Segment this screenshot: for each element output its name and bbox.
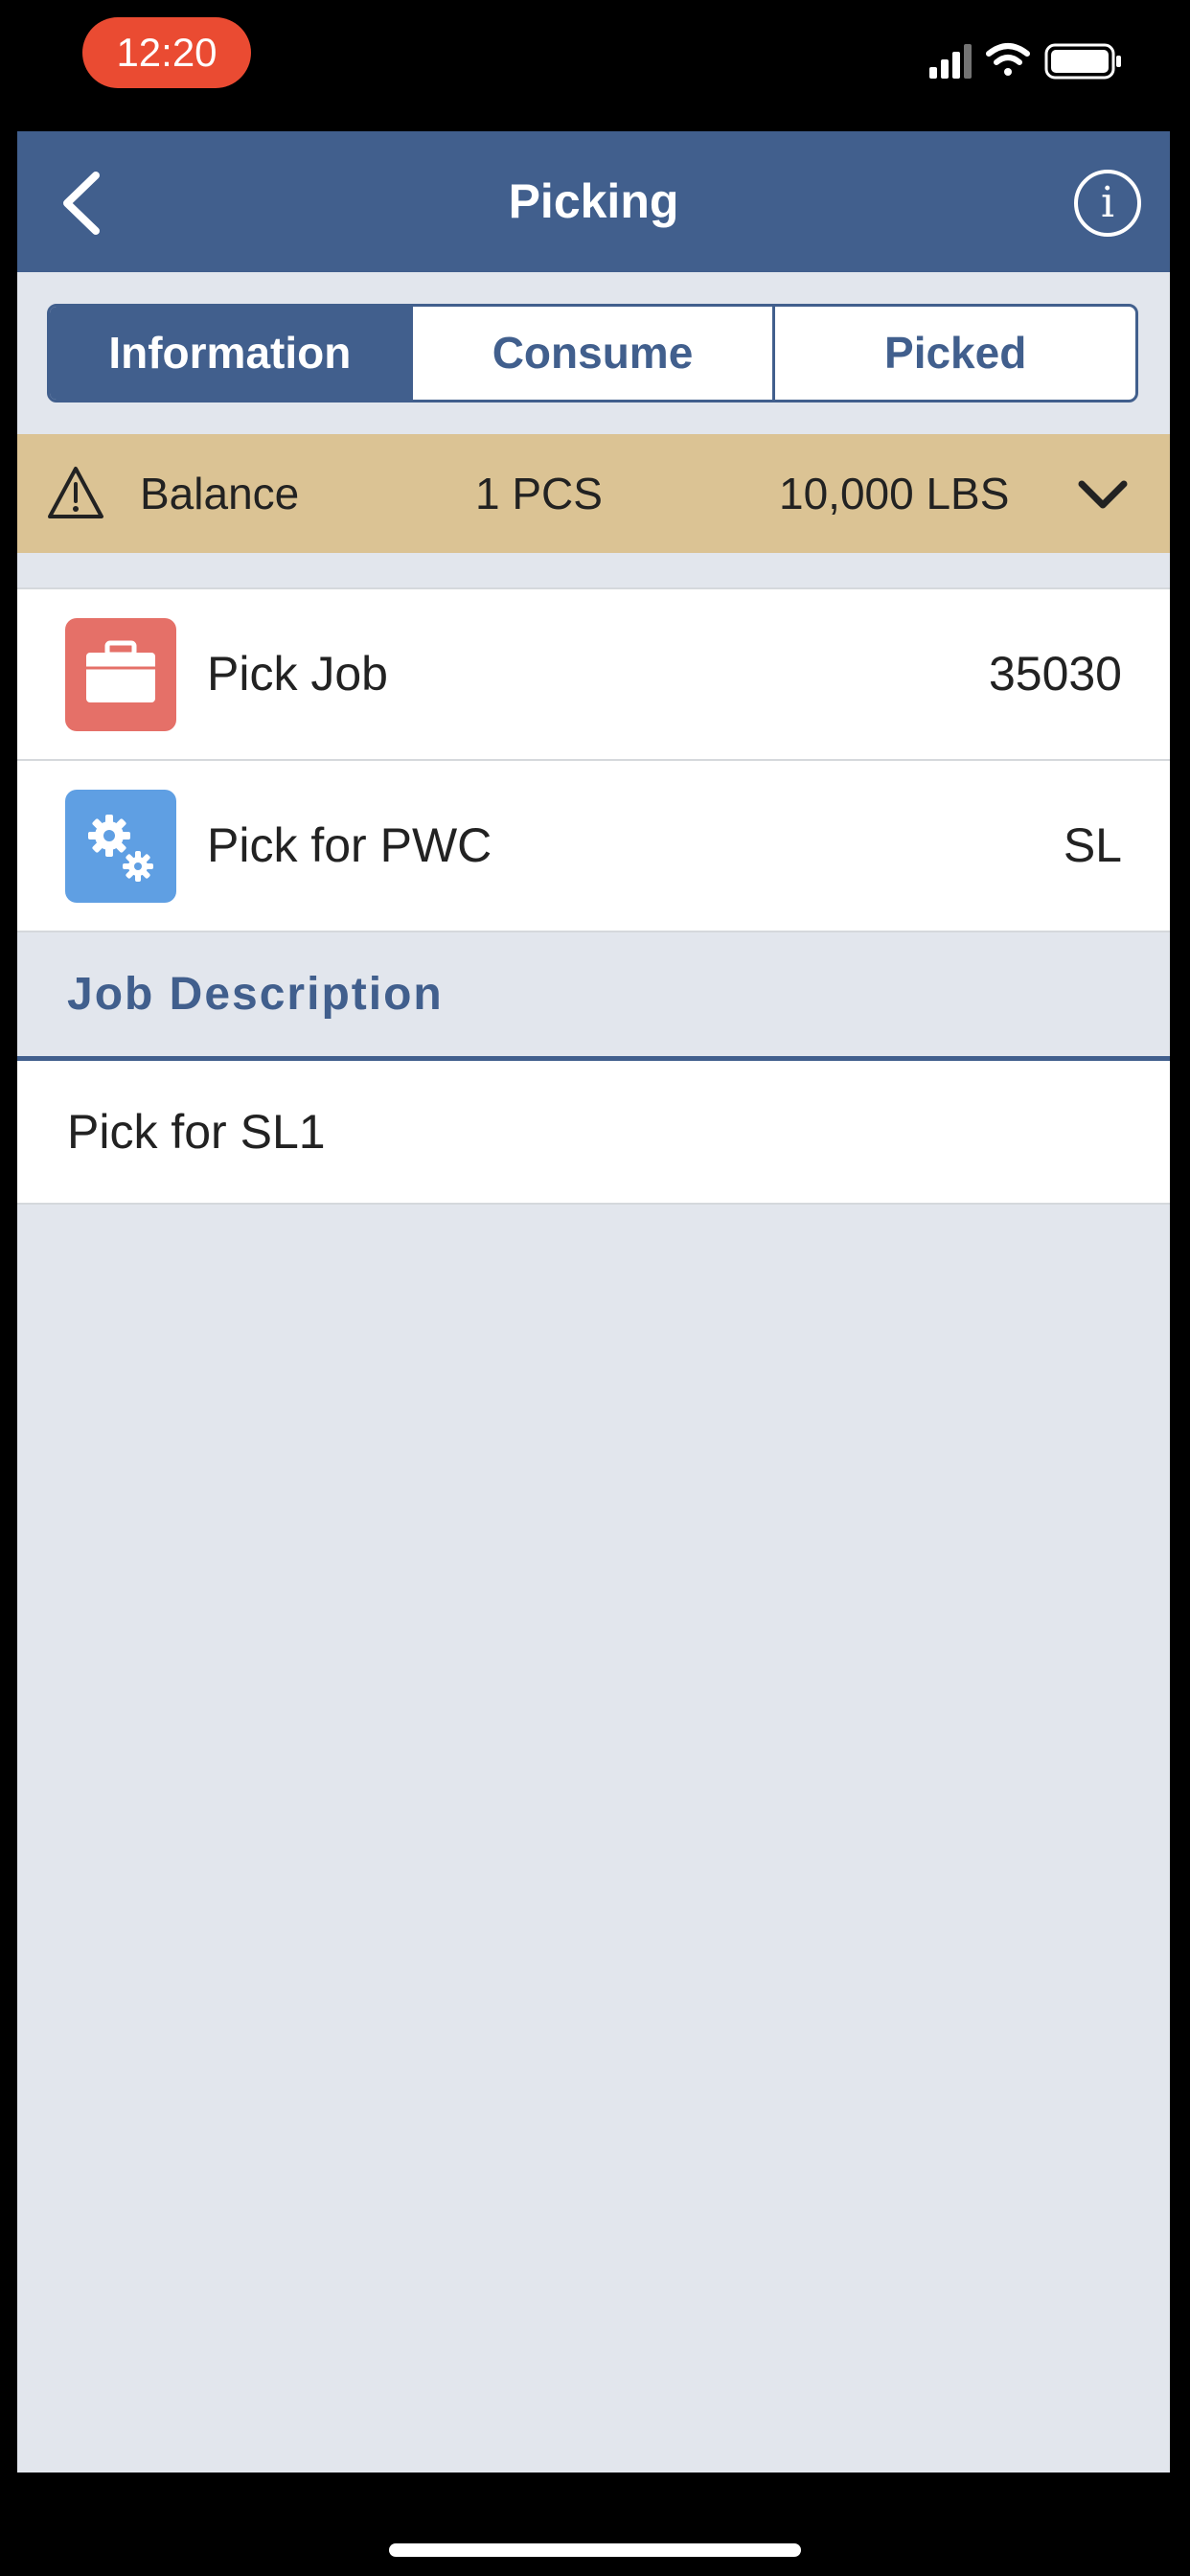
info-list: Pick Job 35030 Pick for PWC SL [17,587,1170,932]
chevron-down-icon[interactable] [1076,476,1130,515]
balance-pcs: 1 PCS [475,469,603,518]
briefcase-icon [65,618,176,731]
tab-consume[interactable]: Consume [409,307,773,400]
balance-label: Balance [140,469,300,518]
home-indicator[interactable] [389,2543,801,2557]
signal-icon [929,44,972,79]
status-time: 12:20 [82,17,251,88]
job-description-header: Job Description [17,934,1170,1061]
nav-bar: Picking i [17,131,1170,272]
row-value: SL [1063,818,1122,872]
row-value: 35030 [988,647,1122,701]
back-button[interactable] [56,170,113,237]
section-title: Job Description [67,969,444,1020]
wifi-icon [986,43,1030,76]
info-icon[interactable]: i [1074,170,1141,237]
tab-picked[interactable]: Picked [772,307,1135,400]
job-description-text: Pick for SL1 [67,1105,326,1159]
segmented-control: Information Consume Picked [47,304,1138,402]
battery-icon [1044,43,1121,80]
tab-information[interactable]: Information [50,307,410,400]
job-description-row: Pick for SL1 [17,1061,1170,1205]
list-item-pick-job[interactable]: Pick Job 35030 [17,589,1170,759]
list-item-pick-for[interactable]: Pick for PWC SL [17,759,1170,931]
status-bar: 12:20 [0,0,1190,131]
app-screen: Picking i Information Consume Picked Bal… [17,131,1170,2472]
gears-icon [65,790,176,903]
balance-bar[interactable]: Balance 1 PCS 10,000 LBS [17,434,1170,553]
warning-icon [48,467,103,518]
chevron-left-icon [63,172,100,235]
row-label: Pick Job [207,647,388,701]
row-label: Pick for PWC [207,818,492,872]
page-title: Picking [508,174,679,228]
balance-lbs: 10,000 LBS [779,469,1010,518]
status-icons [929,34,1127,92]
